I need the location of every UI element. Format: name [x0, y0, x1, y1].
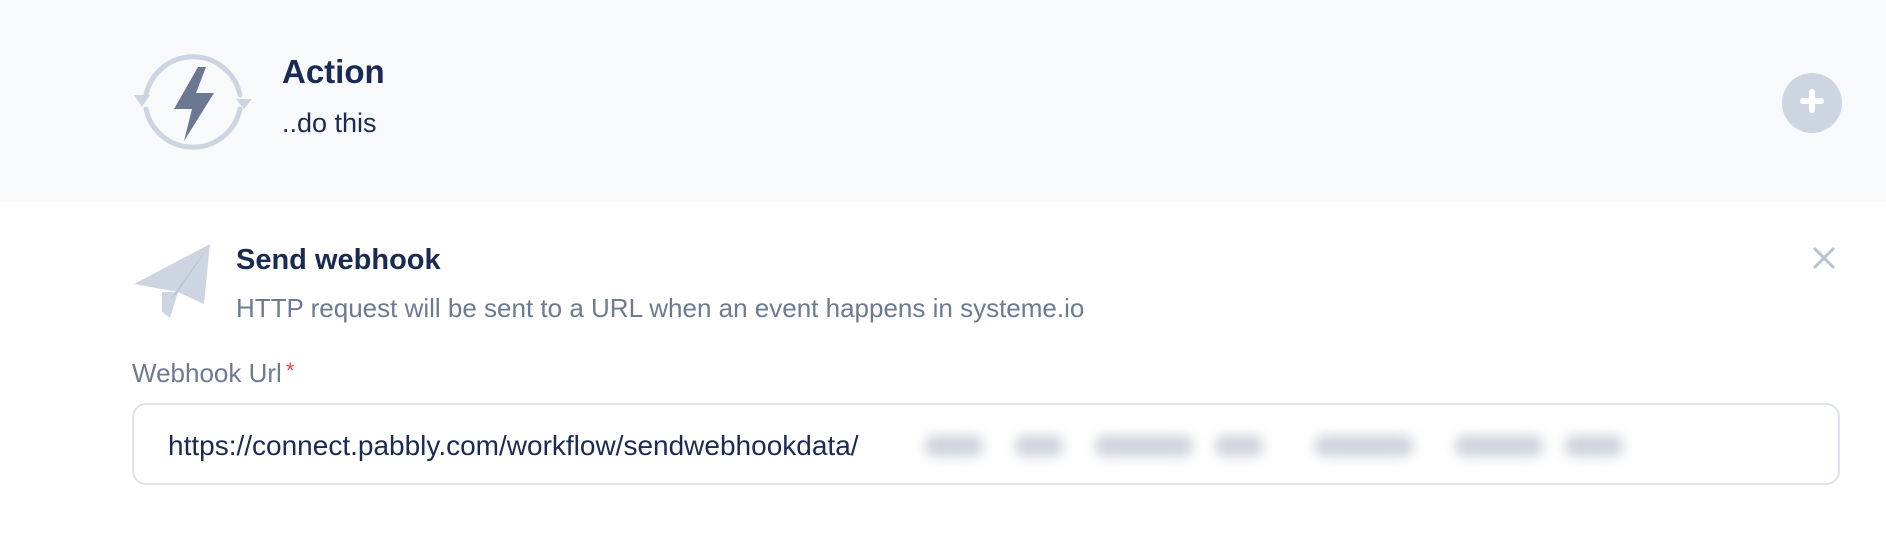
webhook-url-label-text: Webhook Url [132, 358, 282, 388]
webhook-action-panel: Action ..do this Send webhook HTTP reque… [0, 0, 1886, 560]
close-button[interactable] [1808, 244, 1840, 276]
add-step-button[interactable] [1782, 73, 1842, 133]
bolt-cycle-icon [128, 37, 258, 167]
redacted-url-segment [914, 421, 1794, 469]
webhook-url-input[interactable]: https://connect.pabbly.com/workflow/send… [132, 403, 1840, 485]
webhook-url-value: https://connect.pabbly.com/workflow/send… [168, 430, 859, 461]
required-mark: * [285, 358, 295, 383]
paper-plane-icon [132, 240, 214, 322]
close-icon [1811, 245, 1837, 276]
send-webhook-title: Send webhook [236, 244, 441, 276]
webhook-url-label: Webhook Url * [132, 358, 295, 388]
action-header: Action ..do this [0, 0, 1886, 202]
send-webhook-description: HTTP request will be sent to a URL when … [236, 293, 1085, 323]
action-subtitle: ..do this [282, 108, 377, 138]
action-title: Action [282, 53, 385, 90]
plus-icon [1797, 86, 1827, 121]
